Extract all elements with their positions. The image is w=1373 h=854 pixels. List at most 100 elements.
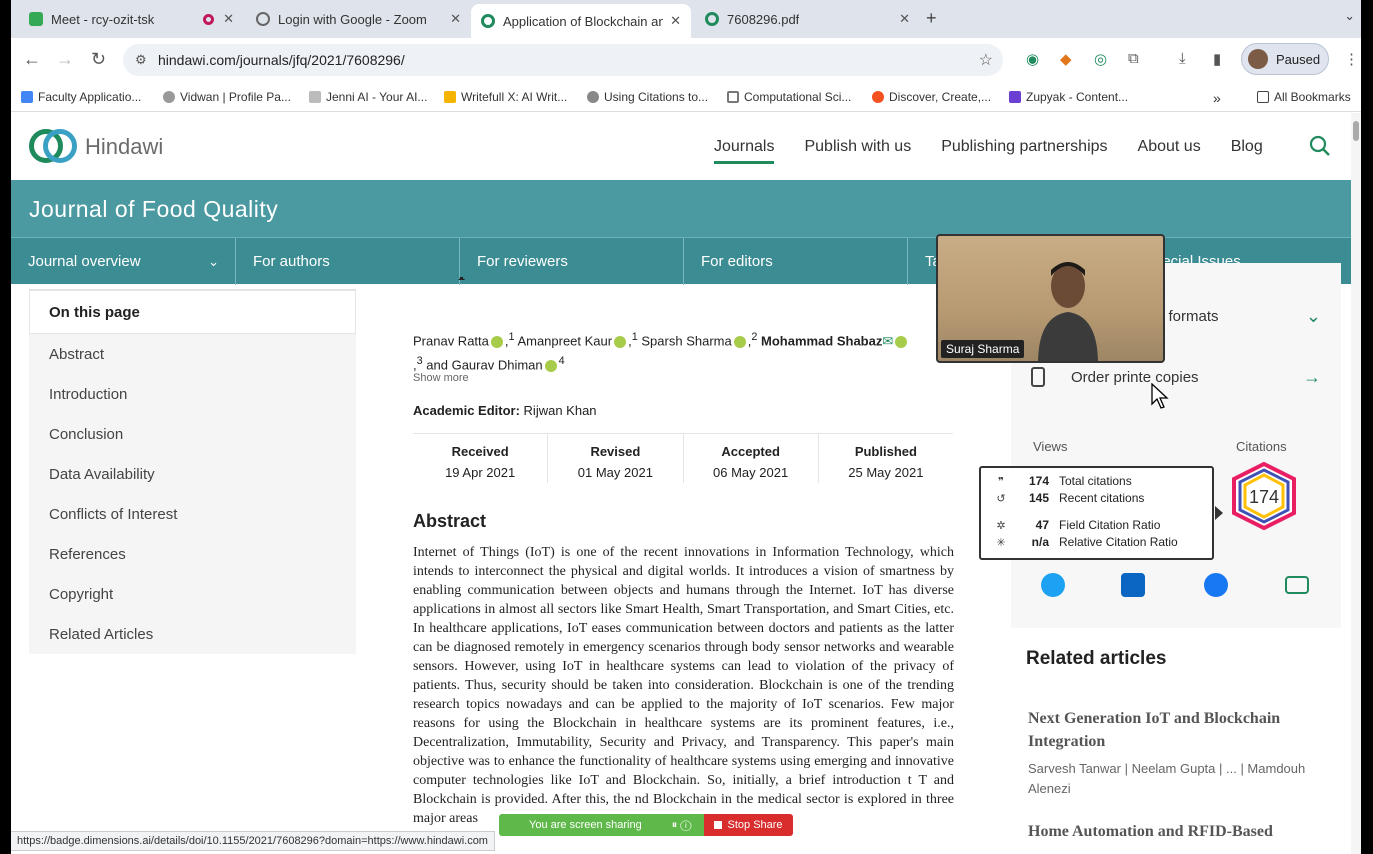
- author-name[interactable]: Amanpreet Kaur: [517, 333, 612, 348]
- bookmark-item[interactable]: Discover, Create,...: [872, 90, 991, 104]
- email-icon[interactable]: [1285, 576, 1309, 594]
- tab-pdf[interactable]: 7608296.pdf ✕: [695, 4, 920, 34]
- linkedin-icon[interactable]: [1121, 573, 1145, 597]
- hindawi-logo-icon: [29, 129, 77, 165]
- tab-zoom-login[interactable]: Login with Google - Zoom ✕: [246, 4, 471, 34]
- toc-item[interactable]: Conflicts of Interest: [29, 494, 356, 534]
- author-name[interactable]: Sparsh Sharma: [641, 333, 731, 348]
- menu-kebab-icon[interactable]: ⋮: [1344, 50, 1359, 68]
- journal-title[interactable]: Journal of Food Quality: [29, 196, 278, 223]
- profile-button[interactable]: Paused: [1241, 43, 1329, 75]
- orcid-icon[interactable]: [614, 335, 627, 348]
- browser-window: Meet - rcy-ozit-tsk ✕ Login with Google …: [11, 0, 1361, 854]
- main-nav: Journals Publish with us Publishing part…: [714, 138, 1263, 164]
- orcid-icon[interactable]: [490, 335, 503, 348]
- nav-about[interactable]: About us: [1138, 138, 1201, 164]
- reload-icon[interactable]: ↻: [91, 49, 106, 70]
- close-tab-icon[interactable]: ✕: [223, 11, 234, 27]
- page-scrollbar[interactable]: [1351, 113, 1361, 854]
- tab-article[interactable]: Application of Blockchain and ✕: [471, 4, 691, 38]
- nav-publish[interactable]: Publish with us: [804, 138, 911, 164]
- toc-item[interactable]: Copyright: [29, 574, 356, 614]
- related-article-title[interactable]: Home Automation and RFID-Based: [1028, 820, 1318, 843]
- twitter-icon[interactable]: [1041, 573, 1065, 597]
- subnav-journal-overview[interactable]: Journal overview ⌄: [11, 238, 236, 285]
- search-icon[interactable]: [1309, 135, 1331, 157]
- scrollbar-thumb[interactable]: [1353, 121, 1359, 141]
- order-printed-copies[interactable]: Order printe copies →: [1031, 367, 1321, 387]
- extension-icon[interactable]: ◉: [1026, 50, 1039, 68]
- all-bookmarks-button[interactable]: All Bookmarks: [1257, 90, 1351, 104]
- bookmark-item[interactable]: Zupyak - Content...: [1009, 90, 1128, 104]
- author-name[interactable]: Pranav Ratta: [413, 333, 489, 348]
- views-label: Views: [1033, 439, 1068, 454]
- close-tab-icon[interactable]: ✕: [670, 13, 681, 29]
- more-bookmarks-chevron-icon[interactable]: »: [1213, 90, 1221, 106]
- participant-video: [1038, 262, 1098, 361]
- sharing-indicator[interactable]: You are screen sharing ⏸ ⓘ: [499, 814, 704, 836]
- download-icon[interactable]: ⤓: [1179, 50, 1186, 67]
- email-icon[interactable]: ✉: [882, 333, 893, 348]
- bookmark-item[interactable]: Jenni AI - Your AI...: [309, 90, 427, 104]
- tab-search-chevron-icon[interactable]: ⌄: [1344, 8, 1355, 24]
- phone-icon: [1031, 367, 1045, 387]
- author-name[interactable]: and Gaurav Dhiman: [426, 358, 542, 373]
- show-more-link[interactable]: Show more: [413, 372, 469, 384]
- video-call-overlay[interactable]: Suraj Sharma: [936, 234, 1165, 363]
- toc-item[interactable]: Data Availability: [29, 454, 356, 494]
- author-name[interactable]: Mohammad Shabaz: [761, 333, 882, 348]
- pause-icon[interactable]: ⏸ ⓘ: [672, 819, 692, 832]
- abstract-text: Internet of Things (IoT) is one of the r…: [413, 545, 954, 826]
- hindawi-icon: [481, 14, 495, 28]
- related-articles: Related articles Next Generation IoT and…: [1026, 648, 1326, 840]
- facebook-icon[interactable]: [1204, 573, 1228, 597]
- stop-share-button[interactable]: Stop Share: [703, 814, 793, 836]
- side-panel-icon[interactable]: ▮: [1213, 50, 1221, 68]
- hindawi-logo[interactable]: Hindawi: [29, 129, 163, 165]
- avatar: [1248, 49, 1268, 69]
- journal-banner: Journal of Food Quality: [11, 180, 1356, 237]
- dimensions-badge[interactable]: 174: [1228, 461, 1300, 531]
- address-bar[interactable]: ⚙ hindawi.com/journals/jfq/2021/7608296/…: [123, 44, 1003, 76]
- pen-icon: [309, 91, 321, 103]
- google-meet-icon: [29, 12, 43, 26]
- orcid-icon[interactable]: [544, 360, 557, 373]
- toc-item[interactable]: References: [29, 534, 356, 574]
- bookmark-item[interactable]: Using Citations to...: [587, 90, 708, 104]
- toc-item[interactable]: Related Articles: [29, 614, 356, 654]
- close-tab-icon[interactable]: ✕: [450, 11, 461, 27]
- extensions-puzzle-icon[interactable]: ⧉: [1128, 50, 1139, 67]
- citations-label: Citations: [1236, 439, 1287, 454]
- toc-item[interactable]: Conclusion: [29, 414, 356, 454]
- bookmark-star-icon[interactable]: ☆: [979, 50, 993, 70]
- forward-arrow-icon[interactable]: →: [56, 49, 74, 70]
- metamask-icon[interactable]: ◆: [1060, 50, 1072, 68]
- folder-icon: [1257, 91, 1269, 103]
- status-bar-url: https://badge.dimensions.ai/details/doi/…: [11, 831, 495, 851]
- orcid-icon[interactable]: [733, 335, 746, 348]
- bookmark-item[interactable]: Vidwan | Profile Pa...: [163, 90, 291, 104]
- bookmark-item[interactable]: Faculty Applicatio...: [21, 90, 141, 104]
- orcid-icon[interactable]: [895, 335, 908, 348]
- close-tab-icon[interactable]: ✕: [899, 11, 910, 27]
- bookmark-item[interactable]: Writefull X: AI Writ...: [444, 90, 567, 104]
- fire-icon: [872, 91, 884, 103]
- site-info-icon[interactable]: ⚙: [135, 52, 147, 68]
- nav-partnerships[interactable]: Publishing partnerships: [941, 138, 1107, 164]
- gear-icon: [587, 91, 599, 103]
- toc-item[interactable]: Introduction: [29, 374, 356, 414]
- tab-meet[interactable]: Meet - rcy-ozit-tsk ✕: [19, 4, 244, 34]
- subnav-for-editors[interactable]: For editors: [684, 238, 908, 285]
- extension-icon[interactable]: ◎: [1094, 50, 1107, 68]
- bookmark-item[interactable]: Computational Sci...: [727, 90, 851, 104]
- date-received: Received 19 Apr 2021: [413, 434, 549, 483]
- new-tab-button[interactable]: +: [926, 8, 937, 29]
- nav-journals[interactable]: Journals: [714, 138, 775, 164]
- citation-tooltip: ❞ 174 Total citations ↺ 145 Recent citations…: [979, 466, 1214, 560]
- stop-icon: [713, 821, 722, 829]
- site-header: Hindawi Journals Publish with us Publish…: [11, 113, 1356, 180]
- related-article-title[interactable]: Next Generation IoT and Blockchain Integ…: [1028, 707, 1318, 753]
- toc-item[interactable]: Abstract: [29, 334, 356, 374]
- nav-blog[interactable]: Blog: [1231, 138, 1263, 164]
- back-arrow-icon[interactable]: ←: [23, 49, 41, 70]
